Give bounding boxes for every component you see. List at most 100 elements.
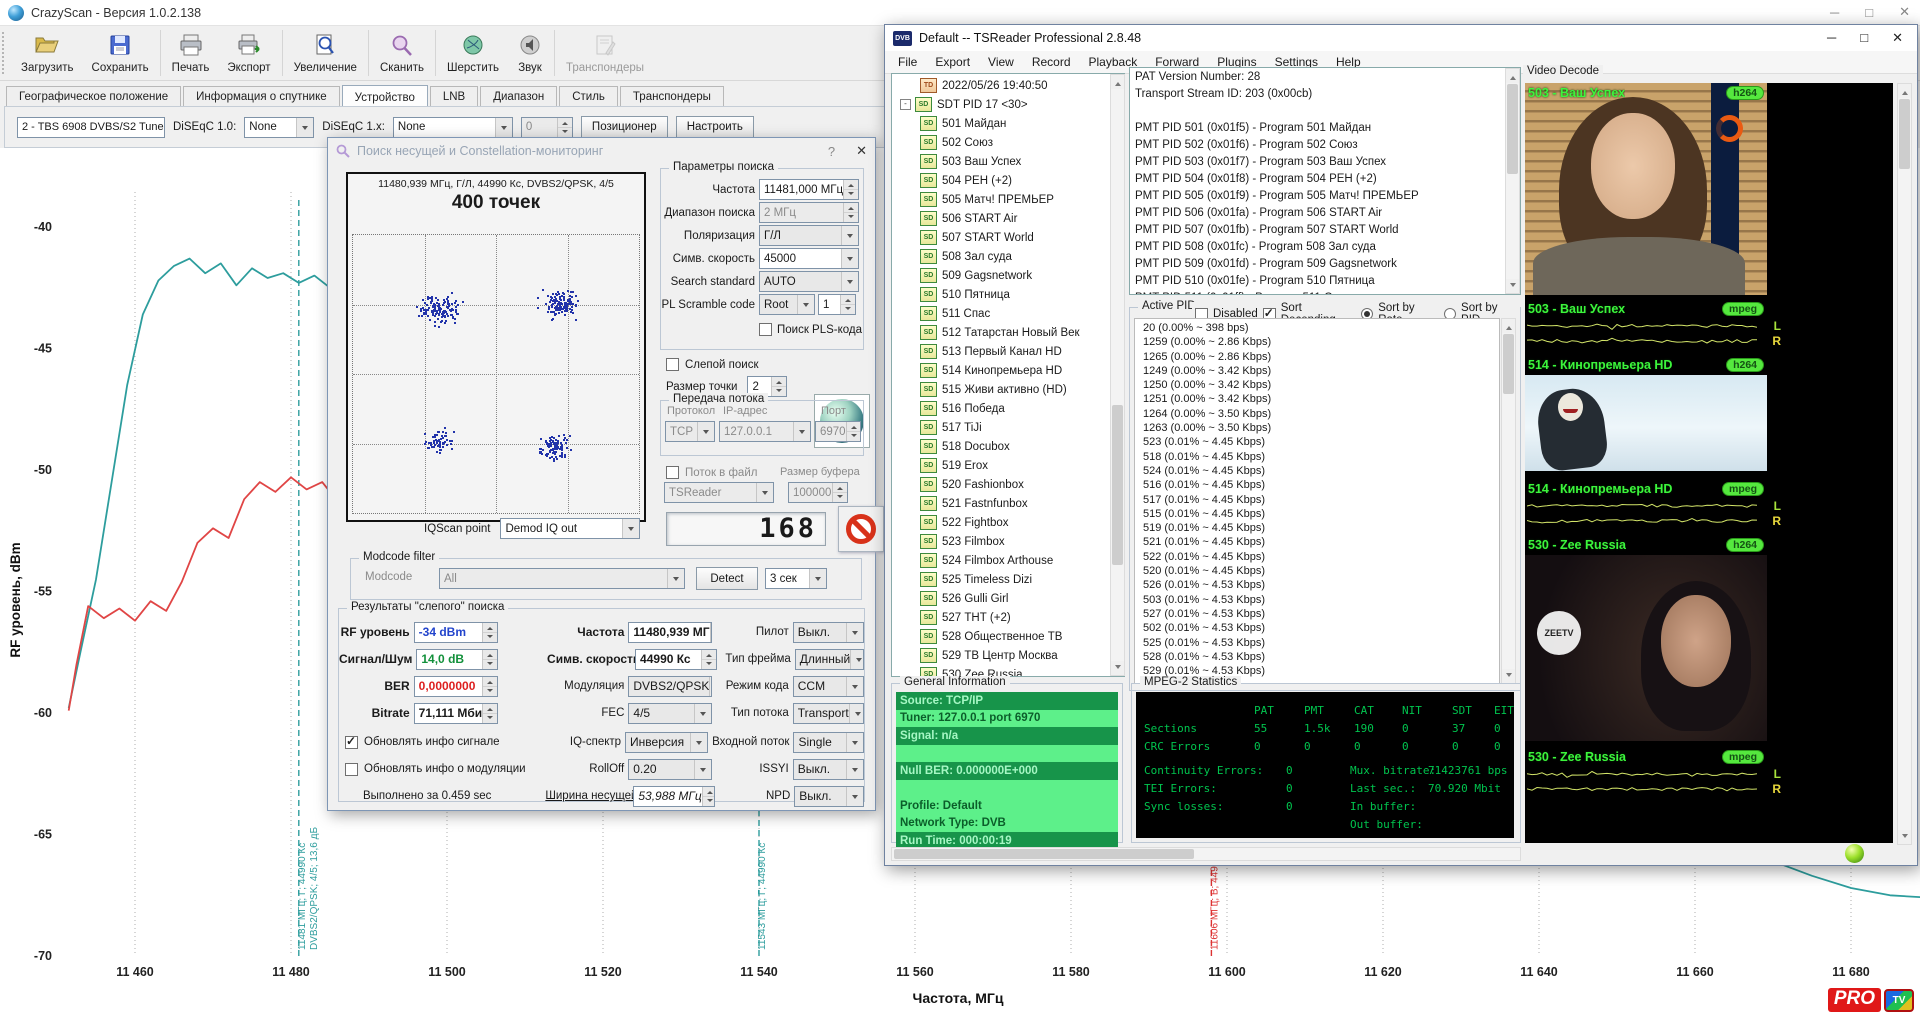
scrollbar-thumb[interactable] [1507, 84, 1518, 174]
pid-item[interactable]: 518 (0.01% ~ 4.45 Kbps) [1143, 451, 1499, 465]
update-checkbox[interactable] [345, 736, 358, 749]
toolbar-button[interactable]: Шерстить [438, 26, 508, 80]
modcode-select[interactable]: All [439, 568, 685, 589]
pids-scrollbar[interactable] [1501, 318, 1516, 684]
tree-item[interactable]: SD505 Матч! ПРЕМЬЕР [894, 190, 1124, 209]
pid-item[interactable]: 524 (0.01% ~ 4.45 Kbps) [1143, 465, 1499, 479]
tree-item[interactable]: SD523 Filmbox [894, 532, 1124, 551]
scrollbar-thumb[interactable] [1899, 99, 1910, 169]
tab-item[interactable]: Географическое положение [6, 86, 181, 107]
pid-item[interactable]: 517 (0.01% ~ 4.45 Kbps) [1143, 494, 1499, 508]
result-value-field[interactable]: 4/5 [628, 703, 712, 724]
blind-search-checkbox[interactable] [666, 358, 679, 371]
pid-item[interactable]: 520 (0.01% ~ 4.45 Kbps) [1143, 565, 1499, 579]
pid-item[interactable]: 523 (0.01% ~ 4.45 Kbps) [1143, 436, 1499, 450]
tree-expander-icon[interactable]: - [900, 99, 911, 110]
menu-item[interactable]: File [889, 53, 926, 71]
result-value-field[interactable]: 53,988 МГц [633, 786, 715, 807]
result-value-field[interactable]: Transport [793, 703, 864, 724]
result-value-field[interactable]: Инверсия [625, 732, 708, 753]
pid-item[interactable]: 515 (0.01% ~ 4.45 Kbps) [1143, 508, 1499, 522]
video-scrollbar[interactable] [1897, 83, 1912, 845]
minimize-icon[interactable]: ─ [1827, 30, 1836, 46]
maximize-icon[interactable]: □ [1865, 5, 1873, 20]
pls-search-checkbox[interactable] [759, 323, 772, 336]
ip-select[interactable]: 127.0.0.1 [719, 421, 811, 442]
tree-item[interactable]: SD517 TiJi [894, 418, 1124, 437]
diseqc10-select[interactable]: None [244, 117, 314, 138]
toolbar-button[interactable]: Транспондеры [557, 26, 653, 80]
tree-item[interactable]: SD513 Первый Канал HD [894, 342, 1124, 361]
detect-interval-select[interactable]: 3 сек [765, 568, 827, 589]
tree-item[interactable]: SD508 Зал суда [894, 247, 1124, 266]
result-value-field[interactable]: 0.20 [628, 759, 712, 780]
toolbar-button[interactable]: Сохранить [83, 26, 158, 80]
position-stepper[interactable]: 0 [521, 117, 573, 138]
tree-item[interactable]: -SDSDT PID 17 <30> [894, 95, 1124, 114]
result-value-field[interactable]: CCM [793, 676, 864, 697]
close-icon[interactable]: ✕ [856, 143, 867, 159]
pid-item[interactable]: 519 (0.01% ~ 4.45 Kbps) [1143, 522, 1499, 536]
pid-item[interactable]: 20 (0.00% ~ 398 bps) [1143, 322, 1499, 336]
result-value-field[interactable]: 44990 Кс [635, 649, 717, 670]
tab-item[interactable]: LNB [430, 86, 478, 107]
pid-item[interactable]: 522 (0.01% ~ 4.45 Kbps) [1143, 551, 1499, 565]
tree-item[interactable]: SD504 РЕН (+2) [894, 171, 1124, 190]
horizontal-scrollbar[interactable] [891, 847, 1521, 861]
tree-scrollbar[interactable] [1110, 74, 1125, 676]
help-icon[interactable]: ? [828, 144, 835, 159]
tree-item[interactable]: SD512 Татарстан Новый Век [894, 323, 1124, 342]
toolbar-button[interactable]: Загрузить [12, 26, 83, 80]
tree-item[interactable]: SD516 Победа [894, 399, 1124, 418]
result-value-field[interactable]: Выкл. [793, 759, 864, 780]
symbol-rate-combo[interactable]: 45000 [759, 248, 859, 269]
protocol-select[interactable]: TCP [665, 421, 715, 442]
toolbar-button[interactable]: Экспорт [218, 26, 279, 80]
pid-item[interactable]: 1263 (0.00% ~ 3.50 Kbps) [1143, 422, 1499, 436]
diseqc1x-select[interactable]: None [393, 117, 513, 138]
detect-button[interactable]: Detect [696, 567, 758, 590]
tree-item[interactable]: SD511 Спас [894, 304, 1124, 323]
toolbar-button[interactable]: Увеличение [285, 26, 366, 80]
pid-item[interactable]: 1250 (0.00% ~ 3.42 Kbps) [1143, 379, 1499, 393]
pls-mode-select[interactable]: Root [759, 294, 815, 315]
pid-item[interactable]: 528 (0.01% ~ 4.53 Kbps) [1143, 651, 1499, 665]
pid-item[interactable]: 526 (0.01% ~ 4.53 Kbps) [1143, 579, 1499, 593]
close-icon[interactable]: ✕ [1899, 4, 1910, 20]
tree-item[interactable]: SD528 Общественное ТВ [894, 627, 1124, 646]
tree-item[interactable]: SD527 ТНТ (+2) [894, 608, 1124, 627]
tree-item[interactable]: SD529 ТВ Центр Москва [894, 646, 1124, 665]
result-value-field[interactable]: 0,0000000 [414, 676, 498, 697]
result-value-field[interactable]: 14,0 dB [416, 649, 498, 670]
toolbar-button[interactable]: Звук [508, 26, 552, 80]
result-value-field[interactable]: Single [793, 732, 864, 753]
search-standard-select[interactable]: AUTO [759, 271, 859, 292]
scrollbar-thumb[interactable] [894, 849, 1194, 859]
positioner-button[interactable]: Позиционер [581, 116, 668, 139]
pid-item[interactable]: 521 (0.01% ~ 4.45 Kbps) [1143, 536, 1499, 550]
stream-to-file-checkbox[interactable] [666, 466, 679, 479]
tree-item[interactable]: SD526 Gulli Girl [894, 589, 1124, 608]
tab-active[interactable]: Устройство [342, 85, 428, 108]
tuner-select[interactable]: 2 - TBS 6908 DVBS/S2 Tuner 0 [17, 117, 165, 138]
tree-item[interactable]: SD507 START World [894, 228, 1124, 247]
tree-item[interactable]: SD503 Ваш Успех [894, 152, 1124, 171]
tree-item[interactable]: SD514 Кинопремьера HD [894, 361, 1124, 380]
tree-item[interactable]: SD509 Gagsnetwork [894, 266, 1124, 285]
pid-item[interactable]: 1249 (0.00% ~ 3.42 Kbps) [1143, 365, 1499, 379]
tab-item[interactable]: Диапазон [480, 86, 557, 107]
pls-value-stepper[interactable]: 1 [818, 294, 856, 315]
toolbar-button[interactable]: Печать [163, 26, 219, 80]
result-value-field[interactable]: DVBS2/QPSK [628, 676, 712, 697]
configure-button[interactable]: Настроить [676, 116, 754, 139]
port-stepper[interactable]: 6970 [815, 421, 861, 442]
tab-item[interactable]: Стиль [559, 86, 618, 107]
pid-item[interactable]: 1251 (0.00% ~ 3.42 Kbps) [1143, 393, 1499, 407]
scrollbar-thumb[interactable] [1112, 405, 1123, 565]
menu-item[interactable]: View [979, 53, 1023, 71]
tree-item[interactable]: SD524 Filmbox Arthouse [894, 551, 1124, 570]
toolbar-button[interactable]: Сканить [371, 26, 433, 80]
tree-item[interactable]: TD2022/05/26 19:40:50 [894, 76, 1124, 95]
tab-item[interactable]: Информация о спутнике [183, 86, 340, 107]
tree-item[interactable]: SD522 Fightbox [894, 513, 1124, 532]
